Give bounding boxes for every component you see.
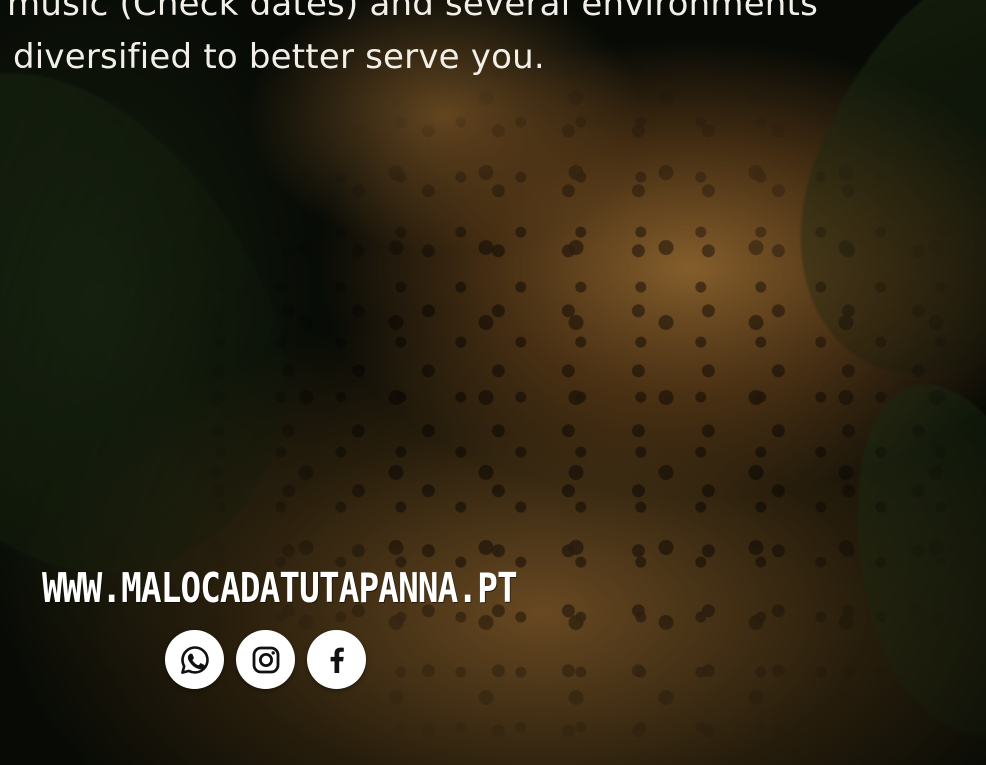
page: music (Check dates) and several environm… (0, 0, 986, 765)
instagram-icon (252, 646, 279, 673)
background-overlay (0, 0, 986, 765)
social-links (165, 630, 366, 689)
whatsapp-button[interactable] (165, 630, 224, 689)
website-url[interactable]: WWW.MALOCADATUTAPANNA.PT (42, 565, 518, 612)
facebook-icon (330, 647, 344, 673)
instagram-button[interactable] (236, 630, 295, 689)
intro-line-1: music (Check dates) and several environm… (7, 0, 819, 24)
facebook-button[interactable] (307, 630, 366, 689)
intro-line-2: diversified to better serve you. (13, 37, 545, 77)
whatsapp-icon (180, 645, 209, 674)
intro-text: music (Check dates) and several environm… (7, 0, 913, 84)
